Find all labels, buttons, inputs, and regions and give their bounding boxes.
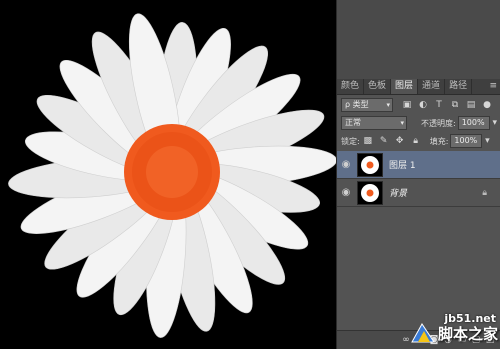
tab-paths[interactable]: 路径 — [445, 79, 473, 94]
layer-thumbnail — [357, 152, 383, 177]
shape-filter-icon[interactable]: ⧉ — [447, 100, 463, 110]
chevron-down-icon: ▾ — [386, 101, 390, 109]
document-canvas[interactable] — [0, 0, 336, 349]
layer-name: 背景 — [389, 189, 408, 199]
layers-panel: 颜色 色板 图层 通道 路径 ≡ ρ 类型 ▾ ▣ ◐ T ⧉ ▤ ● 正常 ▾… — [336, 0, 500, 349]
filter-kind-label: ρ 类型 — [345, 100, 369, 109]
lock-transparent-icon[interactable]: ▩ — [360, 136, 376, 146]
visibility-eye-icon[interactable]: ◉ — [337, 159, 355, 170]
panel-menu-icon[interactable]: ≡ — [485, 79, 500, 94]
smart-object-filter-icon[interactable]: ▤ — [463, 100, 479, 110]
lock-row: 锁定: ▩ ✎ ✥ 🔒︎ 填充: 100% ▾ — [337, 133, 500, 149]
tab-channels[interactable]: 通道 — [418, 79, 446, 94]
blend-mode-value: 正常 — [345, 118, 361, 127]
fill-dropdown-icon[interactable]: ▾ — [482, 136, 492, 146]
pixel-filter-icon[interactable]: ▣ — [399, 100, 415, 110]
layer-lock-icon: 🔒︎ — [482, 187, 487, 198]
daisy-image — [0, 0, 336, 349]
tab-swatches[interactable]: 色板 — [364, 79, 392, 94]
lock-label: 锁定: — [341, 136, 360, 146]
tab-layers[interactable]: 图层 — [391, 79, 419, 94]
chevron-down-icon: ▾ — [400, 119, 404, 127]
layer-row-1[interactable]: ◉ 图层 1 — [337, 151, 500, 179]
opacity-field[interactable]: 100% — [457, 116, 490, 130]
type-filter-icon[interactable]: T — [431, 100, 447, 110]
lock-paint-icon[interactable]: ✎ — [376, 136, 392, 146]
filter-row: ρ 类型 ▾ ▣ ◐ T ⧉ ▤ ● — [337, 97, 500, 113]
visibility-eye-icon[interactable]: ◉ — [337, 187, 355, 198]
brand-watermark: 脚本之家 — [410, 317, 498, 349]
fill-label: 填充: — [429, 136, 449, 146]
lock-all-icon[interactable]: 🔒︎ — [408, 136, 424, 146]
adjustment-filter-icon[interactable]: ◐ — [415, 100, 431, 110]
opacity-dropdown-icon[interactable]: ▾ — [490, 118, 500, 128]
fill-field[interactable]: 100% — [450, 134, 483, 148]
layer-thumbnail — [357, 180, 383, 205]
panel-tabs: 颜色 色板 图层 通道 路径 ≡ — [337, 79, 500, 95]
brand-logo-icon — [410, 322, 436, 344]
filter-kind-select[interactable]: ρ 类型 ▾ — [341, 98, 393, 112]
brand-text: 脚本之家 — [437, 324, 498, 343]
lock-position-icon[interactable]: ✥ — [392, 136, 408, 146]
opacity-label: 不透明度: — [421, 118, 456, 128]
blend-mode-select[interactable]: 正常 ▾ — [341, 116, 407, 130]
tab-color[interactable]: 颜色 — [337, 79, 365, 94]
layer-row-background[interactable]: ◉ 背景 🔒︎ — [337, 179, 500, 207]
filter-toggle-icon[interactable]: ● — [479, 100, 495, 110]
panel-top-area — [337, 0, 500, 80]
blend-row: 正常 ▾ 不透明度: 100% ▾ — [337, 115, 500, 131]
layer-name: 图层 1 — [389, 161, 416, 171]
